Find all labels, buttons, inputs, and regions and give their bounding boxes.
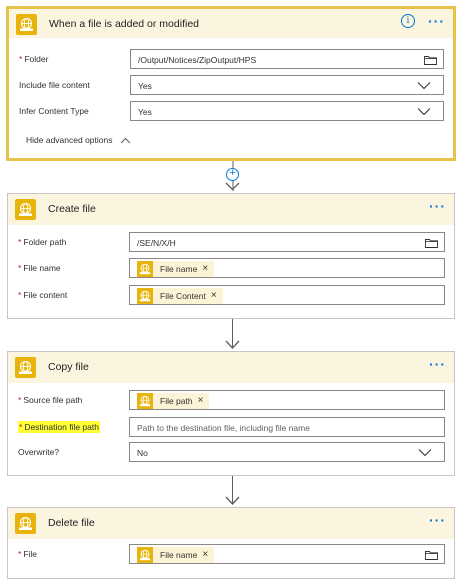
folder-path-row: * Folder path /SE/N/X/H bbox=[8, 232, 454, 254]
chevron-down-icon[interactable] bbox=[417, 107, 431, 116]
source-path-row: * Source file path File path × bbox=[8, 390, 454, 412]
include-content-label: Include file content bbox=[19, 80, 90, 90]
arrow-down-icon bbox=[225, 182, 240, 191]
include-content-select[interactable]: Yes bbox=[130, 75, 444, 95]
trigger-header[interactable]: When a file is added or modified i ··· bbox=[9, 9, 453, 38]
folder-row: * Folder /Output/Notices/ZipOutput/HPS bbox=[9, 49, 453, 71]
file-row: * File File name × bbox=[8, 544, 454, 566]
folder-path-label: * Folder path bbox=[18, 237, 67, 247]
more-options-icon[interactable]: ··· bbox=[429, 199, 446, 213]
infer-type-select[interactable]: Yes bbox=[130, 101, 444, 121]
chevron-up-icon bbox=[120, 138, 131, 144]
add-step-button[interactable]: + bbox=[226, 167, 239, 181]
hide-advanced-options-link[interactable]: Hide advanced options bbox=[26, 135, 131, 145]
remove-token-icon[interactable]: × bbox=[198, 396, 204, 406]
dynamic-content-token[interactable]: File name × bbox=[137, 261, 215, 277]
infer-type-label: Infer Content Type bbox=[19, 106, 89, 116]
chevron-down-icon[interactable] bbox=[417, 81, 431, 90]
file-name-field[interactable]: File name × bbox=[129, 258, 445, 278]
plus-icon: + bbox=[229, 167, 236, 179]
token-label: File path bbox=[160, 396, 193, 406]
ftp-token-icon bbox=[137, 261, 153, 277]
ftp-token-icon bbox=[137, 547, 153, 563]
folder-field[interactable]: /Output/Notices/ZipOutput/HPS bbox=[130, 49, 444, 69]
ftp-connector-icon bbox=[15, 513, 36, 534]
folder-path-field[interactable]: /SE/N/X/H bbox=[129, 232, 445, 252]
file-label: * File bbox=[18, 549, 38, 559]
remove-token-icon[interactable]: × bbox=[211, 291, 217, 301]
destination-path-input[interactable]: Path to the destination file, including … bbox=[129, 417, 445, 437]
copy-file-title: Copy file bbox=[48, 361, 89, 373]
token-label: File name bbox=[160, 264, 198, 274]
more-options-icon[interactable]: ··· bbox=[429, 357, 446, 371]
folder-label: * Folder bbox=[19, 54, 49, 64]
delete-file-header[interactable]: Delete file ··· bbox=[8, 508, 454, 539]
folder-icon[interactable] bbox=[424, 55, 437, 65]
folder-path-value: /SE/N/X/H bbox=[137, 238, 176, 248]
destination-path-label: * Destination file path bbox=[18, 421, 100, 433]
overwrite-select[interactable]: No bbox=[129, 442, 445, 462]
flow-connector bbox=[225, 476, 240, 505]
trigger-card[interactable]: When a file is added or modified i ··· *… bbox=[6, 6, 456, 161]
create-file-title: Create file bbox=[48, 203, 96, 215]
dynamic-content-token[interactable]: File path × bbox=[137, 393, 210, 409]
create-file-card[interactable]: Create file ··· * Folder path /SE/N/X/H *… bbox=[7, 193, 455, 319]
destination-path-placeholder: Path to the destination file, including … bbox=[137, 423, 310, 433]
include-content-row: Include file content Yes bbox=[9, 75, 453, 97]
token-label: File name bbox=[160, 550, 198, 560]
info-icon[interactable]: i bbox=[401, 14, 415, 28]
file-content-label: * File content bbox=[18, 290, 68, 300]
folder-icon[interactable] bbox=[425, 238, 438, 248]
file-name-label: * File name bbox=[18, 263, 61, 273]
file-content-field[interactable]: File Content × bbox=[129, 285, 445, 305]
include-content-value: Yes bbox=[138, 81, 152, 91]
overwrite-value: No bbox=[137, 448, 148, 458]
dynamic-content-token[interactable]: File Content × bbox=[137, 288, 223, 304]
destination-path-row: * Destination file path Path to the desti… bbox=[8, 417, 454, 439]
file-name-row: * File name File name × bbox=[8, 258, 454, 280]
more-options-icon[interactable]: ··· bbox=[429, 513, 446, 527]
ftp-token-icon bbox=[137, 288, 153, 304]
chevron-down-icon[interactable] bbox=[418, 448, 432, 457]
ftp-connector-icon bbox=[15, 199, 36, 220]
overwrite-label: Overwrite? bbox=[18, 447, 60, 457]
advanced-label: Hide advanced options bbox=[26, 135, 113, 145]
folder-value: /Output/Notices/ZipOutput/HPS bbox=[138, 55, 257, 65]
flow-connector bbox=[225, 319, 240, 349]
create-file-header[interactable]: Create file ··· bbox=[8, 194, 454, 225]
file-content-row: * File content File Content × bbox=[8, 285, 454, 307]
delete-file-title: Delete file bbox=[48, 517, 95, 529]
remove-token-icon[interactable]: × bbox=[202, 264, 208, 274]
overwrite-row: Overwrite? No bbox=[8, 442, 454, 464]
ftp-connector-icon bbox=[15, 357, 36, 378]
dynamic-content-token[interactable]: File name × bbox=[137, 547, 215, 563]
token-label: File Content bbox=[160, 291, 206, 301]
file-field[interactable]: File name × bbox=[129, 544, 445, 564]
source-path-field[interactable]: File path × bbox=[129, 390, 445, 410]
remove-token-icon[interactable]: × bbox=[202, 550, 208, 560]
ftp-connector-icon bbox=[16, 14, 37, 35]
source-path-label: * Source file path bbox=[18, 395, 83, 405]
more-options-icon[interactable]: ··· bbox=[428, 14, 445, 28]
infer-type-value: Yes bbox=[138, 107, 152, 117]
folder-icon[interactable] bbox=[425, 550, 438, 560]
copy-file-header[interactable]: Copy file ··· bbox=[8, 352, 454, 383]
delete-file-card[interactable]: Delete file ··· * File File name × bbox=[7, 507, 455, 579]
infer-type-row: Infer Content Type Yes bbox=[9, 101, 453, 123]
trigger-title: When a file is added or modified bbox=[49, 18, 199, 30]
copy-file-card[interactable]: Copy file ··· * Source file path File pat… bbox=[7, 351, 455, 476]
ftp-token-icon bbox=[137, 393, 153, 409]
